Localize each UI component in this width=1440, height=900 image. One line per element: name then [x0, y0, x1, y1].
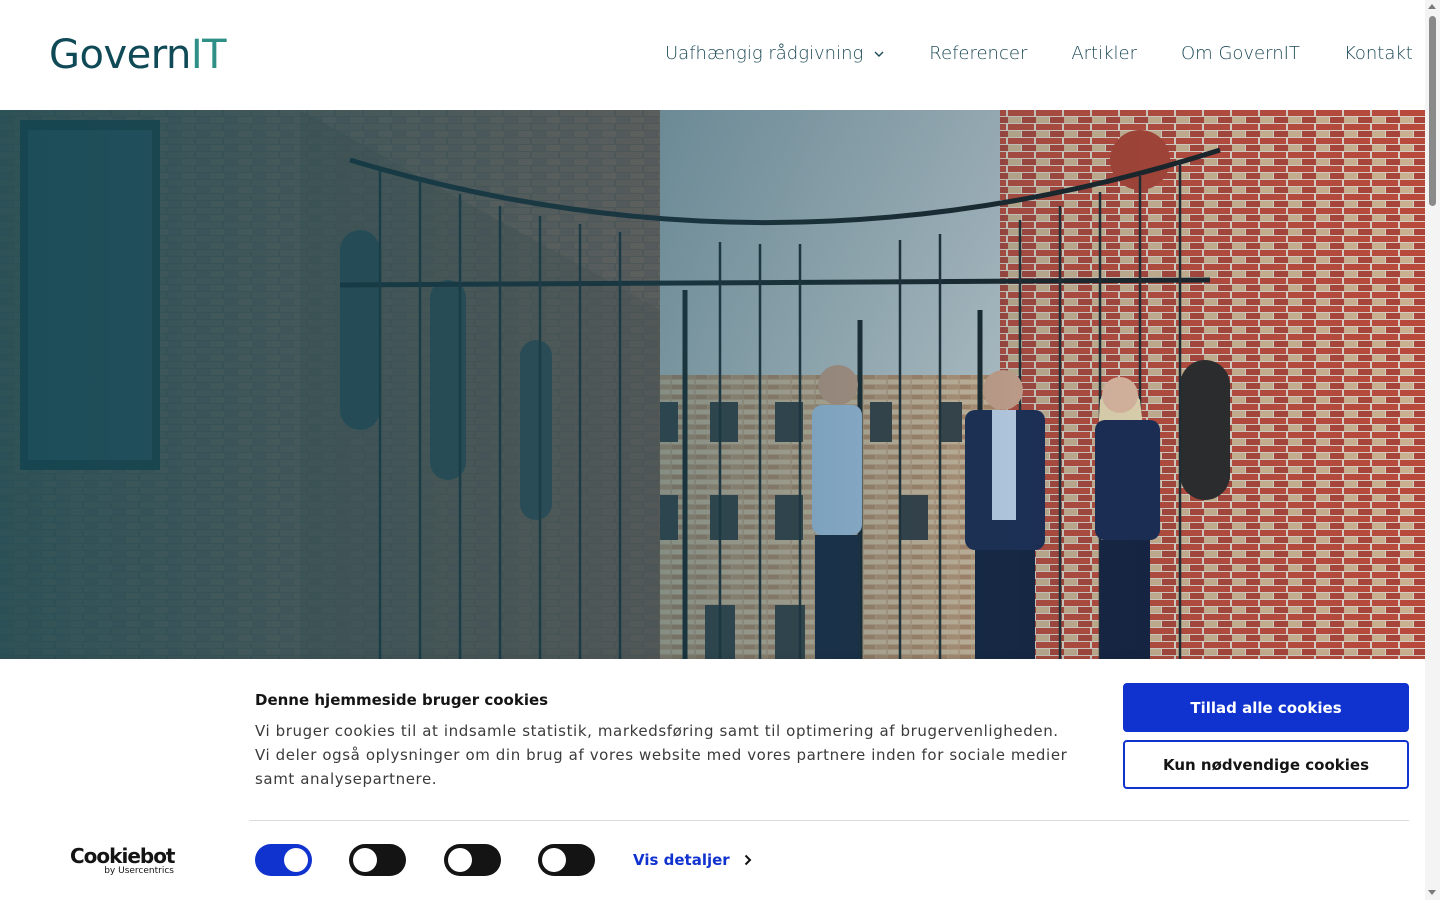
cookie-toggle-preferences[interactable]	[349, 844, 406, 876]
nav-item-kontakt[interactable]: Kontakt	[1344, 43, 1413, 64]
nav-item-artikler[interactable]: Artikler	[1071, 43, 1137, 64]
scroll-up-arrow-icon[interactable]	[1428, 4, 1436, 9]
nav-item-label: Uafhængig rådgivning	[665, 43, 864, 64]
governit-logo[interactable]: GovernIT	[49, 32, 227, 78]
page-scrollbar[interactable]	[1425, 0, 1440, 900]
cookiebot-logo-text: Cookiebot	[70, 844, 176, 868]
cookie-toggle-necessary[interactable]	[255, 844, 312, 876]
toggle-knob	[542, 848, 566, 872]
chevron-right-icon	[744, 854, 752, 866]
cookie-toggle-marketing[interactable]	[538, 844, 595, 876]
show-details-label: Vis detaljer	[633, 851, 730, 869]
cookiebot-logo[interactable]: Cookiebot by Usercentrics	[70, 844, 176, 876]
main-nav: Uafhængig rådgivning Referencer Artikler…	[665, 43, 1413, 64]
scroll-down-arrow-icon[interactable]	[1428, 890, 1436, 895]
necessary-cookies-only-button[interactable]: Kun nødvendige cookies	[1123, 740, 1409, 789]
cookie-description: Vi bruger cookies til at indsamle statis…	[255, 722, 1068, 788]
nav-item-om-governit[interactable]: Om GovernIT	[1181, 43, 1300, 64]
nav-item-referencer[interactable]: Referencer	[929, 43, 1027, 64]
toggle-knob	[448, 848, 472, 872]
scrollbar-thumb[interactable]	[1429, 16, 1436, 206]
toggle-knob	[284, 848, 308, 872]
divider	[249, 820, 1409, 821]
chevron-down-icon	[874, 51, 884, 57]
allow-all-cookies-button[interactable]: Tillad alle cookies	[1123, 683, 1409, 732]
toggle-knob	[353, 848, 377, 872]
nav-item-uafhaengig-raadgivning[interactable]: Uafhængig rådgivning	[665, 43, 885, 64]
logo-text-govern: Govern	[49, 32, 191, 78]
cookie-banner: Denne hjemmeside bruger cookies Vi bruge…	[0, 659, 1425, 900]
site-header: GovernIT Uafhængig rådgivning Referencer…	[0, 0, 1425, 110]
hero-image	[0, 110, 1425, 659]
cookie-title: Denne hjemmeside bruger cookies	[255, 691, 549, 709]
cookie-toggle-statistics[interactable]	[444, 844, 501, 876]
hero-photo-illustration	[0, 110, 1425, 659]
logo-text-it: IT	[190, 32, 227, 78]
show-details-link[interactable]: Vis detaljer	[633, 851, 752, 869]
